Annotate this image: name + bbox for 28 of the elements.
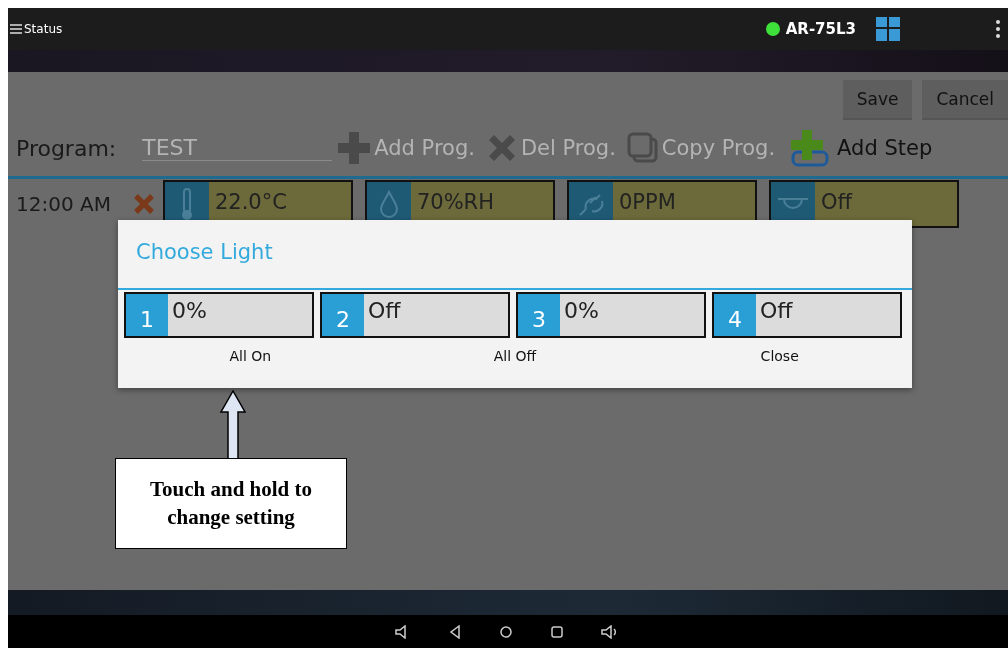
device-name: AR-75L3 xyxy=(785,20,856,38)
dialog-button[interactable]: Close xyxy=(647,340,912,388)
toolbar-button[interactable]: Cancel xyxy=(922,80,1008,120)
dialog-button[interactable]: All Off xyxy=(382,340,648,388)
drop-icon xyxy=(378,190,399,218)
menu-button[interactable]: Status xyxy=(10,22,63,36)
program-dropdown[interactable]: TEST xyxy=(142,135,333,161)
light-button[interactable]: 2 Off xyxy=(320,292,510,338)
grid-icon[interactable] xyxy=(876,17,900,41)
action-button[interactable]: Add Step xyxy=(785,128,939,168)
overflow-menu-icon[interactable] xyxy=(996,20,1000,38)
step-time: 12:00 AM xyxy=(16,192,111,216)
menu-icon xyxy=(10,24,22,34)
program-label: Program: xyxy=(16,135,117,161)
dialog-button[interactable]: All On xyxy=(118,340,383,388)
light-button[interactable]: 4 Off xyxy=(712,292,902,338)
recents-icon[interactable] xyxy=(551,625,563,638)
toolbar-button[interactable]: Save xyxy=(842,80,913,120)
back-icon[interactable] xyxy=(449,624,461,639)
lamp-icon xyxy=(775,196,810,212)
plus-icon xyxy=(336,130,373,166)
copy-icon xyxy=(625,131,660,165)
thermometer-icon xyxy=(179,187,194,221)
light-button[interactable]: 1 0% xyxy=(124,292,314,338)
home-icon[interactable] xyxy=(499,624,513,639)
light-button[interactable]: 3 0% xyxy=(516,292,706,338)
dialog-title: Choose Light xyxy=(118,220,912,290)
annotation-text: Touch and hold to change setting xyxy=(148,476,314,531)
